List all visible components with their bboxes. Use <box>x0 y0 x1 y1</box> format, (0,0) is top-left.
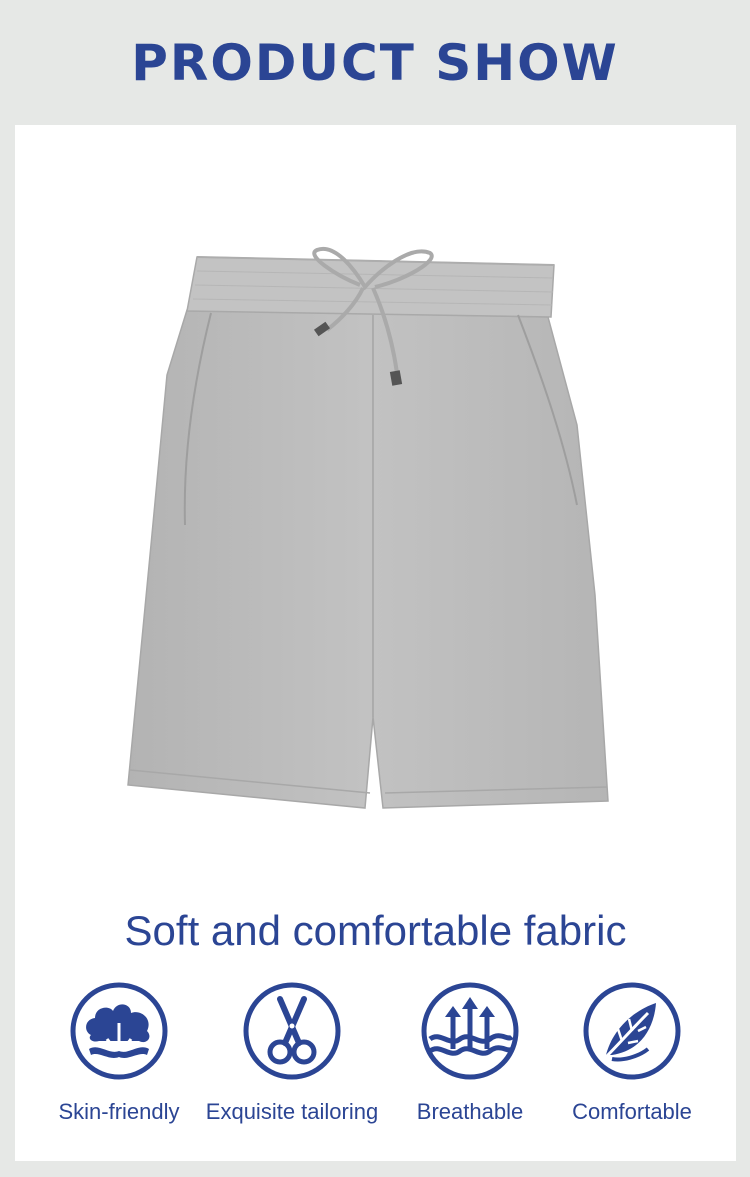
cotton-icon <box>70 982 168 1080</box>
tagline: Soft and comfortable fabric <box>124 907 627 954</box>
product-card: Soft and comfortable fabric Skin-friendl… <box>15 125 736 1161</box>
leaf-icon <box>583 982 681 1080</box>
breathable-arrows-icon <box>421 982 519 1080</box>
feature-label: Comfortable <box>572 1099 692 1124</box>
feature-skin-friendly: Skin-friendly <box>19 981 219 1141</box>
scissors-icon <box>243 982 341 1080</box>
feature-comfortable: Comfortable <box>532 981 732 1141</box>
feature-exquisite-tailoring: Exquisite tailoring <box>192 981 392 1141</box>
feature-label: Skin-friendly <box>58 1099 180 1124</box>
feature-label: Exquisite tailoring <box>205 1099 379 1124</box>
product-image <box>127 246 609 809</box>
page-title: PRODUCT SHOW <box>131 34 619 92</box>
